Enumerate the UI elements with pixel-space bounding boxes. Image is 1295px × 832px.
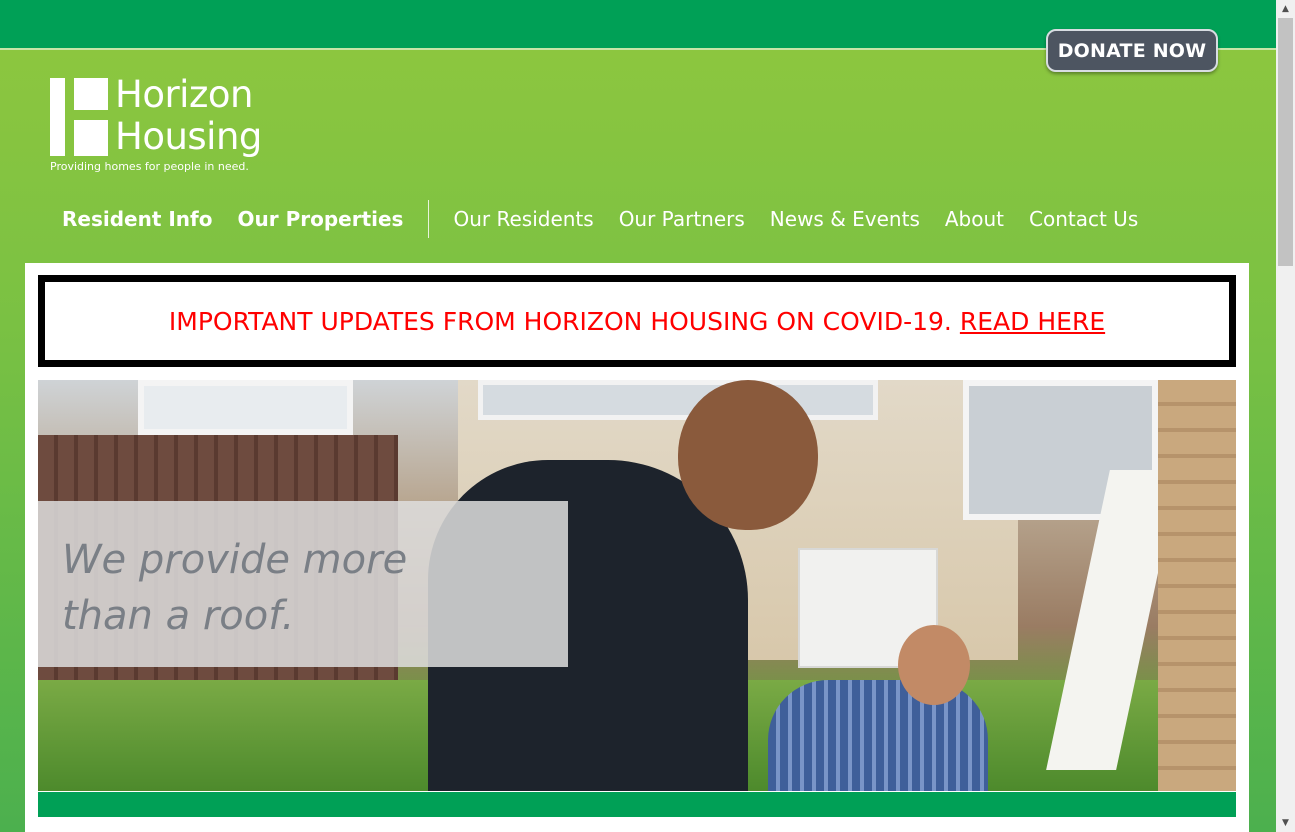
scroll-up-arrow-icon[interactable]: ▲ [1276,0,1295,18]
logo-name-line2: Housing [115,115,262,158]
logo-tagline: Providing homes for people in need. [50,160,249,173]
hero-banner[interactable]: We provide more than a roof. [38,380,1236,791]
main-navigation: Resident Info Our Properties Our Residen… [62,200,1138,238]
nav-about[interactable]: About [945,207,1004,231]
hero-photo-person-head [898,625,970,705]
nav-our-properties[interactable]: Our Properties [238,207,404,231]
logo-mark-icon [50,78,108,156]
main-content: IMPORTANT UPDATES FROM HORIZON HOUSING O… [25,263,1249,832]
nav-our-partners[interactable]: Our Partners [619,207,745,231]
hero-photo-window [478,380,878,420]
hero-photo-window [138,380,353,435]
nav-news-events[interactable]: News & Events [770,207,920,231]
hero-tagline-line1: We provide more [62,537,408,583]
vertical-scrollbar[interactable]: ▲ ▼ [1276,0,1295,832]
logo-name-line1: Horizon [115,73,253,116]
hero-photo-brick-column [1158,380,1236,791]
alert-read-here-link[interactable]: READ HERE [960,307,1105,336]
alert-text: IMPORTANT UPDATES FROM HORIZON HOUSING O… [168,306,952,336]
covid-alert-banner: IMPORTANT UPDATES FROM HORIZON HOUSING O… [38,275,1236,367]
nav-our-residents[interactable]: Our Residents [453,207,593,231]
hero-tagline: We provide more than a roof. [62,532,482,644]
nav-contact-us[interactable]: Contact Us [1029,207,1138,231]
scrollbar-thumb[interactable] [1278,18,1293,266]
scroll-down-arrow-icon[interactable]: ▼ [1276,814,1295,832]
nav-divider [428,200,430,238]
hero-tagline-line2: than a roof. [62,593,295,639]
hero-footer-strip [38,792,1236,817]
hero-photo-person-head [678,380,818,530]
nav-resident-info[interactable]: Resident Info [62,207,213,231]
donate-now-button[interactable]: DONATE NOW [1046,29,1218,72]
logo-wordmark: Horizon Housing [115,74,262,158]
site-logo[interactable]: Horizon Housing Providing homes for peop… [50,74,290,178]
